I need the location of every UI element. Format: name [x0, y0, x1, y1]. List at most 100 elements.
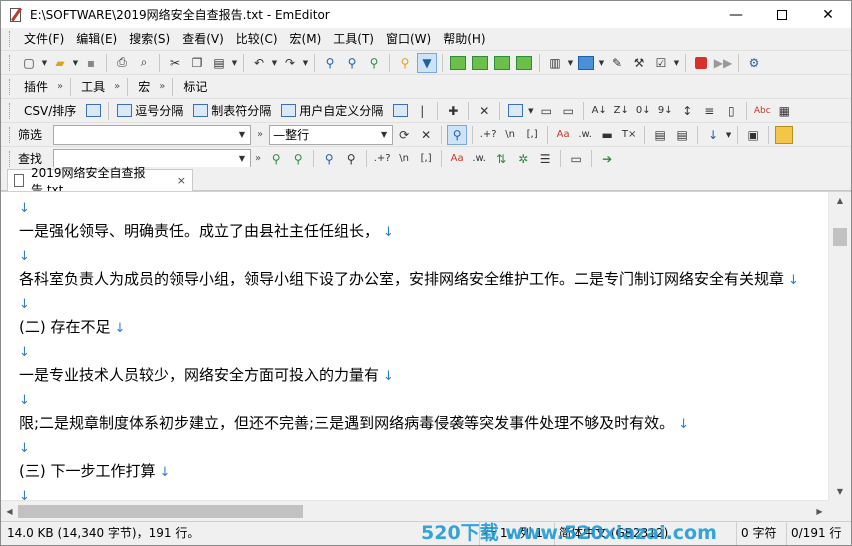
- toolbar-grip[interactable]: [9, 54, 12, 71]
- filter-options-icon[interactable]: ▣: [742, 124, 764, 146]
- menu-macro[interactable]: 宏(M): [284, 29, 328, 49]
- user-defined-separator-icon[interactable]: [277, 100, 299, 122]
- chevron-down-icon[interactable]: ▼: [526, 100, 535, 122]
- spell-check-icon[interactable]: Abc: [751, 100, 773, 122]
- record-macro-icon[interactable]: [690, 52, 712, 74]
- chevron-right-icon[interactable]: »: [111, 81, 123, 92]
- macro-toolbar-label[interactable]: 宏: [132, 78, 156, 95]
- scroll-down-icon[interactable]: ▼: [829, 483, 851, 500]
- new-file-icon[interactable]: ▢: [18, 52, 40, 74]
- menu-file[interactable]: 文件(F): [18, 29, 70, 49]
- chevron-down-icon[interactable]: ▼: [234, 130, 250, 139]
- chevron-down-icon[interactable]: ▼: [724, 124, 733, 146]
- split-cells-icon[interactable]: ▭: [557, 100, 579, 122]
- chevron-down-icon[interactable]: ▼: [230, 52, 239, 74]
- editor-pane[interactable]: ↓ 一是强化领导、明确责任。成立了由县社主任任组长， ↓ ↓ 各科室负责人为成员的领导小…: [1, 191, 851, 522]
- csv-separator-icon[interactable]: |: [411, 100, 433, 122]
- wrap-window-icon[interactable]: [491, 52, 513, 74]
- horizontal-scroll-thumb[interactable]: [18, 505, 303, 518]
- bookmark-toolbar-label[interactable]: 标记: [177, 78, 213, 95]
- csv-mode-icon[interactable]: [82, 100, 104, 122]
- close-button[interactable]: ✕: [805, 1, 851, 28]
- close-tab-icon[interactable]: ×: [177, 174, 186, 187]
- sort-length-icon[interactable]: ↕: [676, 100, 698, 122]
- sort-custom-icon[interactable]: ≡: [698, 100, 720, 122]
- chevron-right-icon[interactable]: »: [251, 129, 269, 140]
- document-tab[interactable]: 2019网络安全自查报告.txt ×: [7, 166, 193, 197]
- regex-icon[interactable]: .+?: [477, 124, 499, 146]
- insert-column-icon[interactable]: ✚: [442, 100, 464, 122]
- extract-lines-icon[interactable]: ▤: [671, 124, 693, 146]
- print-icon[interactable]: ⎙: [111, 52, 133, 74]
- chevron-down-icon[interactable]: ▼: [597, 52, 606, 74]
- wrap-page-icon[interactable]: [513, 52, 535, 74]
- tab-separated-icon[interactable]: [189, 100, 211, 122]
- escape-sequence-icon[interactable]: \n: [499, 124, 521, 146]
- wrap-chars-icon[interactable]: [469, 52, 491, 74]
- filter-input[interactable]: ▼: [53, 124, 251, 145]
- horizontal-scrollbar[interactable]: ◀ ▶: [1, 500, 828, 522]
- scroll-up-icon[interactable]: ▲: [829, 192, 851, 209]
- text-line[interactable]: ↓: [19, 243, 828, 267]
- advanced-filter-icon[interactable]: ⚲: [446, 124, 468, 146]
- check-icon[interactable]: ☑: [650, 52, 672, 74]
- text-line[interactable]: 限;二是规章制度体系初步建立，但还不完善;三是遇到网络病毒侵袭等突发事件处理不够…: [19, 411, 828, 435]
- plugins-toolbar-label[interactable]: 插件: [18, 78, 54, 95]
- clear-filter-icon[interactable]: ✕: [415, 124, 437, 146]
- filter-icon[interactable]: ▼: [416, 52, 438, 74]
- text-line[interactable]: ↓: [19, 195, 828, 219]
- paste-icon[interactable]: ▤: [208, 52, 230, 74]
- chevron-down-icon[interactable]: ▼: [301, 52, 310, 74]
- filter-mode-select[interactable]: —整行 ▼: [269, 124, 394, 145]
- find-next-icon[interactable]: ⚲: [341, 52, 363, 74]
- toolbar-grip[interactable]: [9, 126, 12, 143]
- match-case-icon[interactable]: Aa: [552, 124, 574, 146]
- toolbar-grip[interactable]: [9, 150, 12, 167]
- maximize-button[interactable]: [759, 1, 805, 28]
- clear-format-icon[interactable]: T×: [618, 124, 640, 146]
- properties-icon[interactable]: [575, 52, 597, 74]
- customize-icon[interactable]: ✎: [606, 52, 628, 74]
- plugin-icon[interactable]: ⚙: [743, 52, 765, 74]
- menu-search[interactable]: 搜索(S): [123, 29, 176, 49]
- arrow-down-icon[interactable]: ↓: [702, 124, 724, 146]
- menu-compare[interactable]: 比较(C): [230, 29, 284, 49]
- sort-numeric-descending-icon[interactable]: 9↓: [654, 100, 676, 122]
- refresh-icon[interactable]: ⟳: [393, 124, 415, 146]
- menu-edit[interactable]: 编辑(E): [70, 29, 123, 49]
- toolbar-grip[interactable]: [9, 78, 12, 95]
- column-layout-icon[interactable]: [504, 100, 526, 122]
- undo-icon[interactable]: ↶: [248, 52, 270, 74]
- minimize-button[interactable]: —: [713, 1, 759, 28]
- csv-tools-icon[interactable]: ✕: [473, 100, 495, 122]
- chevron-right-icon[interactable]: »: [251, 153, 265, 164]
- lock-icon[interactable]: [773, 124, 795, 146]
- text-line[interactable]: 一是专业技术人员较少，网络安全方面可投入的力量有 ↓: [19, 363, 828, 387]
- comma-separated-button[interactable]: 逗号分隔: [135, 102, 189, 119]
- copy-icon[interactable]: ❐: [186, 52, 208, 74]
- sort-numeric-ascending-icon[interactable]: 0↓: [632, 100, 654, 122]
- text-line[interactable]: (三) 下一步工作打算 ↓: [19, 459, 828, 483]
- find-previous-icon[interactable]: ⚲: [363, 52, 385, 74]
- toolbar-grip[interactable]: [9, 102, 12, 119]
- scroll-left-icon[interactable]: ◀: [1, 501, 18, 522]
- whole-word-icon[interactable]: [,]: [521, 124, 543, 146]
- menu-help[interactable]: 帮助(H): [437, 29, 491, 49]
- sort-options-icon[interactable]: ▯: [720, 100, 742, 122]
- external-tools-icon[interactable]: ⚒: [628, 52, 650, 74]
- text-line[interactable]: ↓: [19, 339, 828, 363]
- text-line[interactable]: (二) 存在不足 ↓: [19, 315, 828, 339]
- negative-filter-icon[interactable]: ▬: [596, 124, 618, 146]
- chevron-down-icon[interactable]: ▼: [71, 52, 80, 74]
- chevron-down-icon[interactable]: ▼: [270, 52, 279, 74]
- chevron-right-icon[interactable]: »: [54, 81, 66, 92]
- find-icon[interactable]: ⚲: [319, 52, 341, 74]
- chevron-down-icon[interactable]: ▼: [672, 52, 681, 74]
- menu-tools[interactable]: 工具(T): [327, 29, 380, 49]
- vertical-scroll-thumb[interactable]: [833, 228, 847, 246]
- chevron-down-icon[interactable]: ▼: [234, 154, 250, 163]
- bookmark-lines-icon[interactable]: ▤: [649, 124, 671, 146]
- csv-column-icon[interactable]: [389, 100, 411, 122]
- tools-toolbar-label[interactable]: 工具: [75, 78, 111, 95]
- menu-view[interactable]: 查看(V): [176, 29, 230, 49]
